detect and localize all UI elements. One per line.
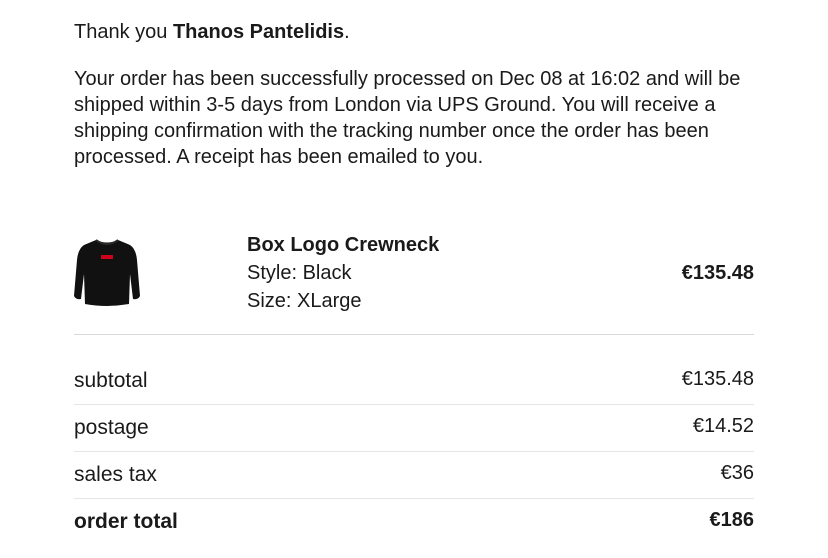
postage-row: postage €14.52 — [74, 405, 754, 452]
postage-label: postage — [74, 416, 149, 439]
sales-tax-value: €36 — [720, 462, 754, 484]
greeting: Thank you Thanos Pantelidis. — [74, 19, 350, 45]
order-total-value: €186 — [709, 509, 755, 531]
postage-value: €14.52 — [692, 415, 754, 437]
sales-tax-label: sales tax — [74, 463, 157, 486]
order-item: Box Logo Crewneck Style: Black Size: XLa… — [74, 228, 754, 335]
totals-table: subtotal €135.48 postage €14.52 sales ta… — [74, 358, 754, 545]
order-total-row: order total €186 — [74, 499, 754, 545]
customer-name: Thanos Pantelidis — [172, 21, 345, 43]
item-size: Size: XLarge — [247, 290, 362, 312]
greeting-prefix: Thank you — [74, 21, 173, 43]
item-style: Style: Black — [247, 262, 352, 284]
black-crewneck-sweatshirt-icon — [74, 234, 140, 308]
subtotal-label: subtotal — [74, 369, 148, 392]
subtotal-value: €135.48 — [681, 368, 754, 390]
order-total-label: order total — [74, 510, 178, 533]
subtotal-row: subtotal €135.48 — [74, 358, 754, 405]
item-title: Box Logo Crewneck — [247, 234, 440, 256]
greeting-suffix: . — [344, 21, 350, 43]
item-price: €135.48 — [681, 262, 754, 284]
sales-tax-row: sales tax €36 — [74, 452, 754, 499]
order-message: Your order has been successfully process… — [74, 68, 741, 168]
item-info: Box Logo Crewneck Style: Black Size: XLa… — [247, 231, 439, 315]
